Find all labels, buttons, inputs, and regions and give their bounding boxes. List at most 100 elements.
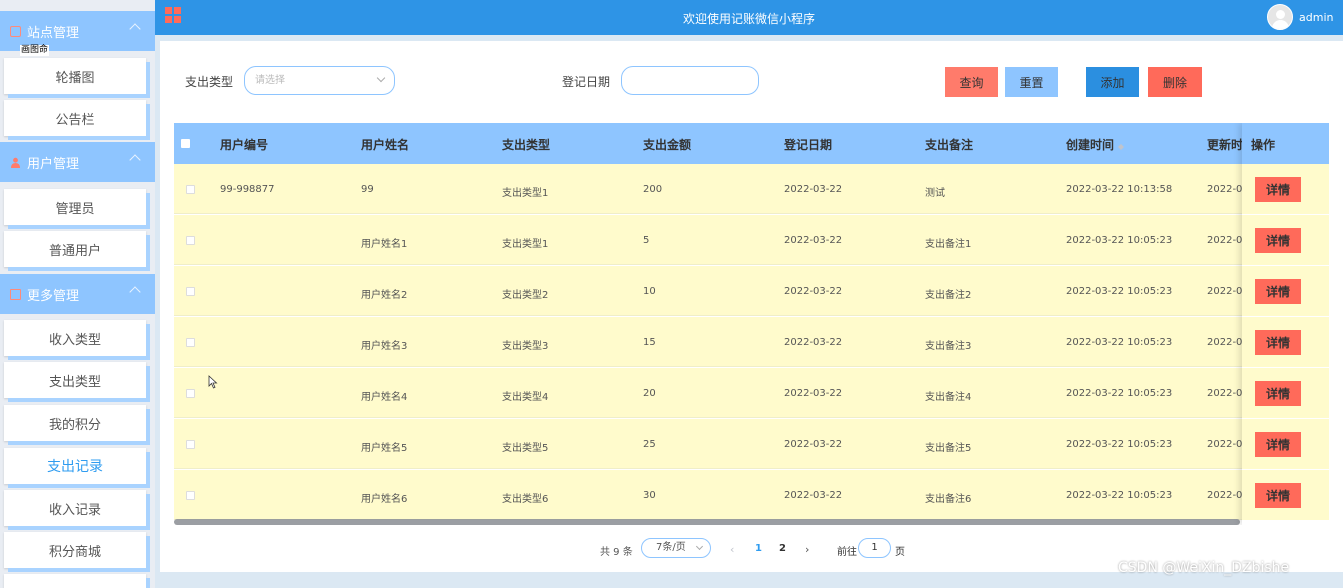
cell-type: 支出类型5 xyxy=(502,443,549,454)
operation-cell: 详情 xyxy=(1242,368,1329,418)
cell-user-name: 用户姓名4 xyxy=(361,392,408,403)
row-checkbox[interactable] xyxy=(186,185,195,194)
col-amount[interactable]: 支出金额 xyxy=(643,136,691,153)
delete-button[interactable]: 删除 xyxy=(1148,67,1202,97)
detail-button[interactable]: 详情 xyxy=(1255,228,1301,253)
date-input[interactable] xyxy=(621,66,759,95)
detail-button[interactable]: 详情 xyxy=(1255,279,1301,304)
cell-note: 支出备注6 xyxy=(925,494,972,505)
sidebar-item-income-types[interactable]: 收入类型 xyxy=(4,320,146,356)
sidebar-group-more[interactable]: 更多管理 xyxy=(0,274,155,314)
sidebar-item-expense-types[interactable]: 支出类型 xyxy=(4,362,146,398)
sidebar-item-label: 收入记录 xyxy=(48,502,101,518)
sidebar-item-carousel[interactable]: 轮播图 xyxy=(4,58,146,94)
page-2[interactable]: 2 xyxy=(779,543,786,554)
goto-page-input[interactable]: 1 xyxy=(858,538,891,558)
sidebar-item-more[interactable] xyxy=(4,574,146,588)
horizontal-scrollbar[interactable] xyxy=(174,519,1240,525)
next-page-icon[interactable]: › xyxy=(805,543,809,556)
username[interactable]: admin xyxy=(1299,11,1333,24)
row-checkbox[interactable] xyxy=(186,338,195,347)
add-button[interactable]: 添加 xyxy=(1086,67,1139,97)
operation-cell: 详情 xyxy=(1242,419,1329,469)
date-label: 登记日期 xyxy=(562,75,611,89)
select-all-checkbox[interactable] xyxy=(181,139,190,148)
col-expense-type[interactable]: 支出类型 xyxy=(502,136,550,153)
expense-type-select[interactable]: 请选择 xyxy=(244,66,395,95)
cell-created: 2022-03-22 10:05:23 xyxy=(1066,235,1173,246)
row-checkbox[interactable] xyxy=(186,440,195,449)
page-size-value: 7条/页 xyxy=(656,542,686,553)
detail-button[interactable]: 详情 xyxy=(1255,381,1301,406)
table-row[interactable]: 用户姓名6 支出类型6 30 2022-03-22 支出备注6 2022-03-22 10… xyxy=(174,470,1329,520)
sidebar-item-my-points[interactable]: 我的积分 xyxy=(4,405,146,441)
cell-note: 测试 xyxy=(925,188,945,199)
col-date[interactable]: 登记日期 xyxy=(784,136,832,153)
cell-note: 支出备注5 xyxy=(925,443,972,454)
col-created[interactable]: 创建时间 xyxy=(1066,136,1125,153)
cell-date: 2022-03-22 xyxy=(784,184,843,195)
sort-icon[interactable] xyxy=(1118,141,1125,150)
cell-user-name: 99 xyxy=(361,184,374,195)
cell-amount: 25 xyxy=(643,439,656,450)
detail-button[interactable]: 详情 xyxy=(1255,432,1301,457)
row-checkbox[interactable] xyxy=(186,389,195,398)
prev-page-icon[interactable]: ‹ xyxy=(730,543,734,556)
chevron-up-icon xyxy=(129,286,141,298)
query-button[interactable]: 查询 xyxy=(945,67,998,97)
sidebar-group-label: 站点管理 xyxy=(27,25,80,41)
cell-type: 支出类型4 xyxy=(502,392,549,403)
cell-user-name: 用户姓名1 xyxy=(361,239,408,250)
cell-date: 2022-03-22 xyxy=(784,235,843,246)
chevron-down-icon xyxy=(695,542,704,551)
operation-cell: 详情 xyxy=(1242,266,1329,316)
sidebar-group-label: 用户管理 xyxy=(27,156,80,172)
page-size-select[interactable]: 7条/页 xyxy=(641,538,711,558)
sidebar-item-label: 公告栏 xyxy=(55,112,95,128)
sidebar-item-label: 普通用户 xyxy=(48,243,101,259)
table-row[interactable]: 用户姓名5 支出类型5 25 2022-03-22 支出备注5 2022-03-22 10… xyxy=(174,419,1329,469)
table-row[interactable]: 99-998877 99 支出类型1 200 2022-03-22 测试 2022-03-2… xyxy=(174,164,1329,214)
sidebar-item-notice[interactable]: 公告栏 xyxy=(4,100,146,136)
content-panel: 支出类型 请选择 登记日期 查询 重置 添加 删除 用户编号 用户姓名 支出类型… xyxy=(160,41,1343,572)
col-updated[interactable]: 更新时 xyxy=(1207,136,1243,153)
cell-note: 支出备注2 xyxy=(925,290,972,301)
sidebar-item-label: 轮播图 xyxy=(55,70,95,86)
col-note[interactable]: 支出备注 xyxy=(925,136,973,153)
sidebar-group-users[interactable]: 用户管理 xyxy=(0,142,155,182)
table-row[interactable]: 用户姓名1 支出类型1 5 2022-03-22 支出备注1 2022-03-22 10:… xyxy=(174,215,1329,265)
sidebar-item-users[interactable]: 普通用户 xyxy=(4,231,146,267)
user-icon xyxy=(10,157,21,168)
sidebar-item-label: 管理员 xyxy=(55,201,95,217)
cell-user-name: 用户姓名2 xyxy=(361,290,408,301)
sidebar-item-points-mall[interactable]: 积分商城 xyxy=(4,532,146,568)
chevron-up-icon xyxy=(129,154,141,166)
sidebar-item-income-records[interactable]: 收入记录 xyxy=(4,490,146,526)
cell-created: 2022-03-22 10:05:23 xyxy=(1066,388,1173,399)
row-checkbox[interactable] xyxy=(186,491,195,500)
cell-created: 2022-03-22 10:05:23 xyxy=(1066,286,1173,297)
sidebar-item-admins[interactable]: 管理员 xyxy=(4,189,146,225)
col-user-no[interactable]: 用户编号 xyxy=(220,136,268,153)
table-row[interactable]: 用户姓名4 支出类型4 20 2022-03-22 支出备注4 2022-03-22 10… xyxy=(174,368,1329,418)
main-area: 支出类型 请选择 登记日期 查询 重置 添加 删除 用户编号 用户姓名 支出类型… xyxy=(155,35,1343,588)
operation-cell: 详情 xyxy=(1242,164,1329,214)
detail-button[interactable]: 详情 xyxy=(1255,177,1301,202)
reset-button[interactable]: 重置 xyxy=(1005,67,1058,97)
sidebar-item-expense-records[interactable]: 支出记录 xyxy=(4,448,146,484)
cell-type: 支出类型6 xyxy=(502,494,549,505)
col-user-name[interactable]: 用户姓名 xyxy=(361,136,409,153)
table-row[interactable]: 用户姓名2 支出类型2 10 2022-03-22 支出备注2 2022-03-22 10… xyxy=(174,266,1329,316)
cell-note: 支出备注4 xyxy=(925,392,972,403)
avatar[interactable] xyxy=(1267,4,1293,30)
cell-user-name: 用户姓名3 xyxy=(361,341,408,352)
row-checkbox[interactable] xyxy=(186,236,195,245)
operation-column: 操作 详情 详情 详情 详情 详情 详情 详情 xyxy=(1242,123,1329,525)
cell-created: 2022-03-22 10:05:23 xyxy=(1066,490,1173,501)
sidebar-item-label: 收入类型 xyxy=(48,332,101,348)
row-checkbox[interactable] xyxy=(186,287,195,296)
detail-button[interactable]: 详情 xyxy=(1255,483,1301,508)
page-1[interactable]: 1 xyxy=(755,543,762,554)
table-row[interactable]: 用户姓名3 支出类型3 15 2022-03-22 支出备注3 2022-03-22 10… xyxy=(174,317,1329,367)
detail-button[interactable]: 详情 xyxy=(1255,330,1301,355)
